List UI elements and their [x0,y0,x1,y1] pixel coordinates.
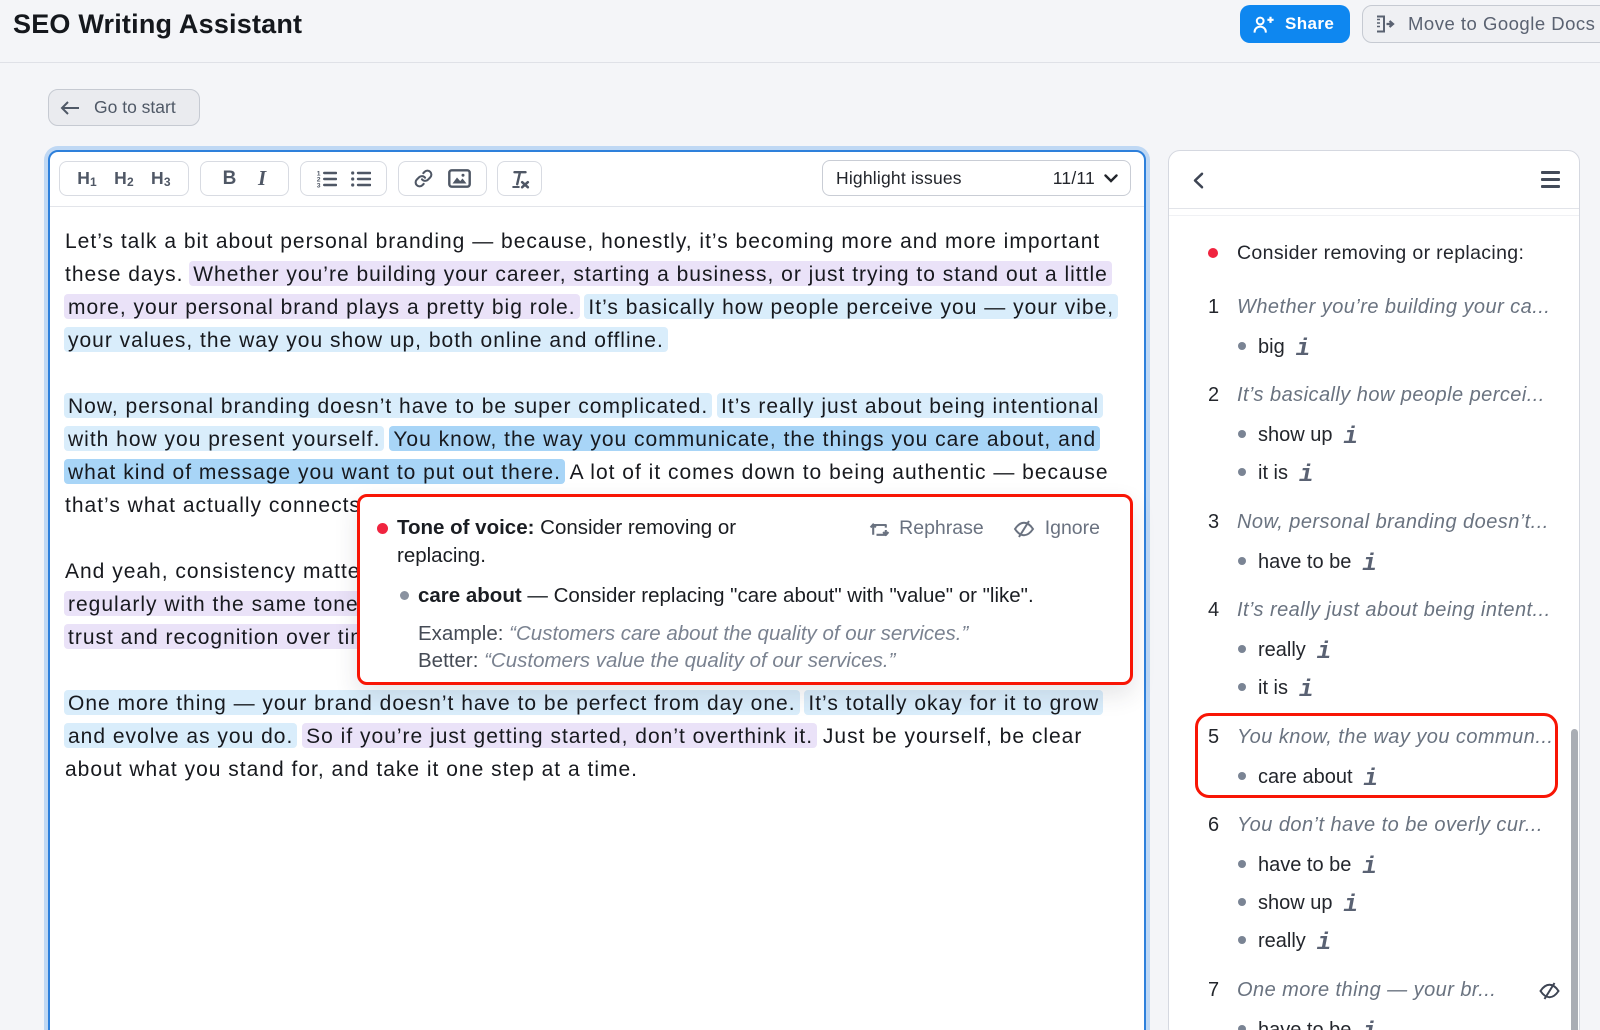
svg-text:3: 3 [316,182,320,188]
